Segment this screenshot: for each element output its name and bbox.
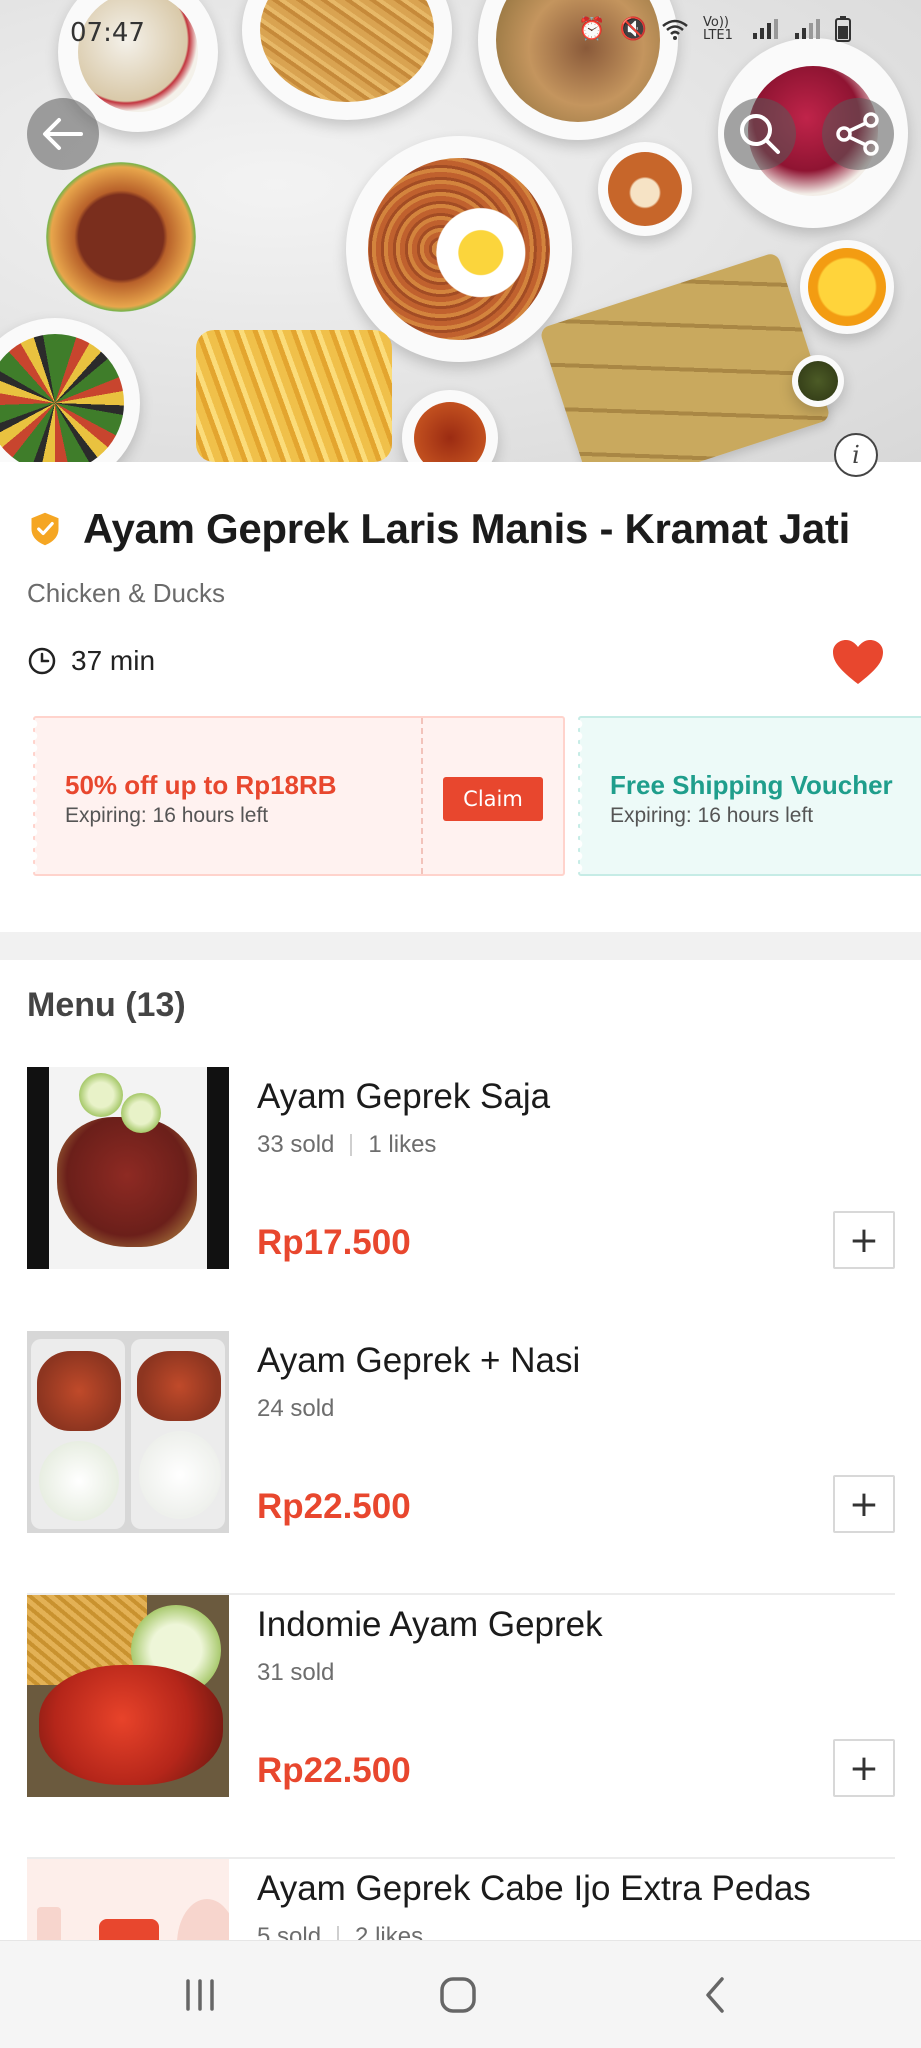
latte-image [598,142,692,236]
status-icons: ⏰ 🔇 Vo)) LTE1 [578,16,851,42]
add-to-cart-button[interactable]: + [833,1739,895,1797]
clock-icon [28,647,56,675]
free-shipping-voucher[interactable]: Free Shipping Voucher Expiring: 16 hours… [578,716,921,876]
alarm-icon: ⏰ [578,16,606,42]
share-icon [836,112,879,156]
signal-icon [753,19,778,39]
heart-icon [833,640,883,684]
back-button[interactable] [27,98,99,170]
delivery-eta: 37 min [27,645,155,677]
search-icon [740,114,780,154]
voucher-edge [33,718,41,874]
chevron-left-icon [706,1977,724,2013]
menu-item-name: Ayam Geprek + Nasi [257,1341,581,1380]
menu-item-price: Rp22.500 [257,1487,411,1526]
menu-item-photo [27,1331,229,1533]
voucher-divider [421,718,423,874]
menu-item[interactable]: Ayam Geprek Saja 33 sold 1 likes Rp17.50… [27,1067,895,1331]
store-category: Chicken & Ducks [27,578,225,608]
sold-count: 31 sold [257,1659,335,1686]
menu-item-stats: 33 sold 1 likes [257,1131,436,1159]
system-nav-bar [0,1940,921,2048]
menu-item-name: Indomie Ayam Geprek [257,1605,603,1644]
plus-icon: + [848,1219,880,1261]
plus-icon: + [848,1483,880,1525]
voucher-title: Free Shipping Voucher [610,770,893,800]
store-banner: 07:47 ⏰ 🔇 Vo)) LTE1 [0,0,921,462]
home-icon [440,1977,476,2013]
meta-divider [350,1134,353,1156]
menu-item[interactable]: Ayam Geprek + Nasi 24 sold Rp22.500 + [27,1331,895,1595]
add-to-cart-button[interactable]: + [833,1475,895,1533]
arrow-left-icon [43,118,83,150]
section-separator [0,932,921,960]
menu-item-name: Ayam Geprek Cabe Ijo Extra Pedas [257,1869,811,1908]
menu-item-stats: 31 sold [257,1659,334,1687]
menu-item[interactable]: Indomie Ayam Geprek 31 sold Rp22.500 + [27,1595,895,1859]
signal-2-icon [795,19,820,39]
info-button[interactable]: i [834,433,878,477]
plus-icon: + [848,1747,880,1789]
menu-item-name: Ayam Geprek Saja [257,1077,551,1116]
salad-bowl-image [0,318,140,462]
system-back-button[interactable] [686,1965,746,2025]
claim-button[interactable]: Claim [443,777,543,821]
fries-image [196,330,392,462]
voucher-title: 50% off up to Rp18RB [65,770,337,800]
menu-item-photo [27,1067,229,1269]
menu-item-price: Rp17.500 [257,1223,411,1262]
add-to-cart-button[interactable]: + [833,1211,895,1269]
tea-cup-image [402,390,498,462]
search-button[interactable] [724,98,796,170]
share-button[interactable] [822,98,894,170]
menu-item-price: Rp22.500 [257,1751,411,1790]
likes-count: 1 likes [368,1131,437,1158]
battery-icon [835,16,851,42]
discount-voucher[interactable]: 50% off up to Rp18RB Expiring: 16 hours … [33,716,565,876]
menu-item-stats: 24 sold [257,1395,334,1423]
recent-apps-button[interactable] [170,1965,230,2025]
orange-juice-image [800,240,894,334]
martabak-image [538,251,832,462]
status-time: 07:47 [70,18,145,48]
wifi-icon [662,19,688,40]
status-bar: 07:47 ⏰ 🔇 Vo)) LTE1 [0,0,921,64]
recent-apps-icon [186,1979,214,2011]
mute-icon: 🔇 [619,16,647,42]
menu-item-photo [27,1595,229,1797]
voucher-expiry: Expiring: 16 hours left [65,804,269,827]
network-label: Vo)) LTE1 [703,15,733,43]
info-icon: i [852,441,860,469]
verified-shield-icon [31,512,59,546]
fried-rice-plate-image [346,136,572,362]
home-button[interactable] [428,1965,488,2025]
favorite-button[interactable] [830,638,886,688]
menu-heading: Menu (13) [27,986,186,1024]
voucher-edge [578,718,586,874]
store-title-row: Ayam Geprek Laris Manis - Kramat Jati [27,505,850,553]
voucher-expiry: Expiring: 16 hours left [610,804,814,827]
sambal-bowl-image [792,355,844,407]
store-name: Ayam Geprek Laris Manis - Kramat Jati [83,505,850,552]
eta-text: 37 min [71,645,156,676]
sold-count: 24 sold [257,1395,335,1422]
burger-image [38,142,228,332]
sold-count: 33 sold [257,1131,335,1158]
